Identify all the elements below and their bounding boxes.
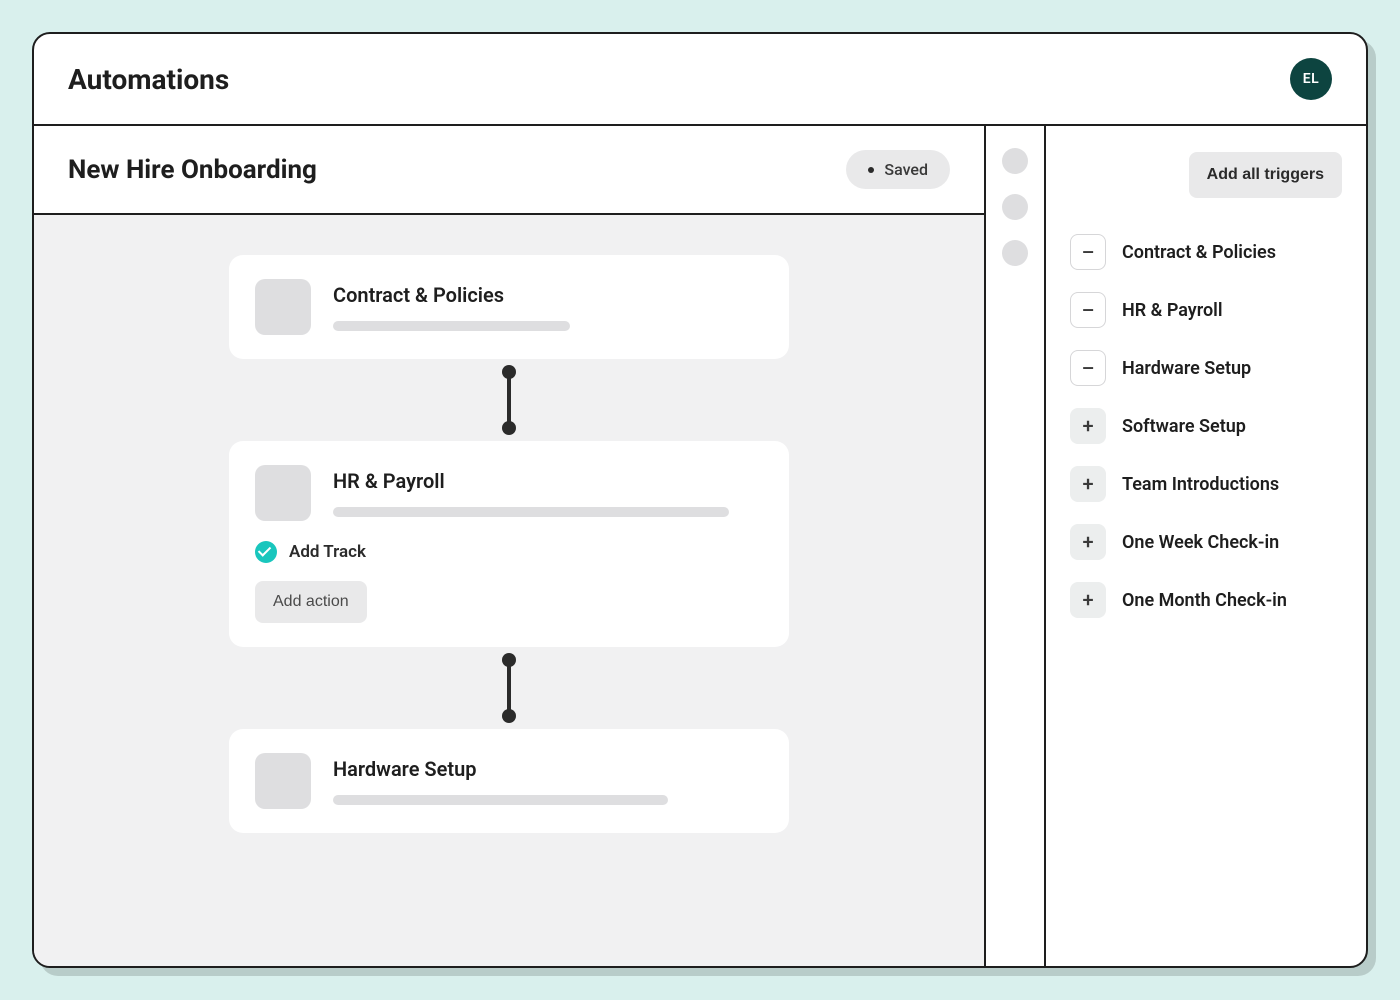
strip-panel bbox=[986, 126, 1046, 966]
flow-card[interactable]: HR & Payroll Add Track Add action bbox=[229, 441, 789, 647]
status-dot-icon bbox=[868, 167, 874, 173]
placeholder-bar bbox=[333, 507, 729, 517]
trigger-label: Contract & Policies bbox=[1122, 242, 1276, 263]
remove-trigger-icon[interactable]: – bbox=[1070, 234, 1106, 270]
strip-dot-icon[interactable] bbox=[1002, 240, 1028, 266]
card-title: Hardware Setup bbox=[333, 757, 763, 781]
add-trigger-icon[interactable]: + bbox=[1070, 582, 1106, 618]
workflow-header: New Hire Onboarding Saved bbox=[34, 126, 984, 215]
add-trigger-icon[interactable]: + bbox=[1070, 524, 1106, 560]
strip-dot-icon[interactable] bbox=[1002, 148, 1028, 174]
trigger-item[interactable]: + Team Introductions bbox=[1070, 466, 1342, 502]
add-track-row[interactable]: Add Track bbox=[255, 541, 763, 563]
trigger-item[interactable]: – HR & Payroll bbox=[1070, 292, 1342, 328]
trigger-item[interactable]: – Contract & Policies bbox=[1070, 234, 1342, 270]
trigger-label: One Month Check-in bbox=[1122, 590, 1287, 611]
flow-canvas[interactable]: Contract & Policies bbox=[34, 215, 984, 966]
flow-column: Contract & Policies bbox=[229, 255, 789, 833]
connector-node-icon bbox=[502, 709, 516, 723]
status-badge: Saved bbox=[846, 150, 950, 189]
add-all-triggers-button[interactable]: Add all triggers bbox=[1189, 152, 1342, 198]
strip-dot-icon[interactable] bbox=[1002, 194, 1028, 220]
remove-trigger-icon[interactable]: – bbox=[1070, 292, 1106, 328]
connector-node-icon bbox=[502, 653, 516, 667]
card-thumbnail bbox=[255, 465, 311, 521]
flow-card[interactable]: Contract & Policies bbox=[229, 255, 789, 359]
add-trigger-icon[interactable]: + bbox=[1070, 408, 1106, 444]
avatar[interactable]: EL bbox=[1290, 58, 1332, 100]
status-label: Saved bbox=[884, 160, 928, 179]
card-title: HR & Payroll bbox=[333, 469, 763, 493]
add-track-label: Add Track bbox=[289, 542, 366, 562]
card-thumbnail bbox=[255, 753, 311, 809]
trigger-label: One Week Check-in bbox=[1122, 532, 1279, 553]
topbar: Automations EL bbox=[34, 34, 1366, 126]
trigger-label: Hardware Setup bbox=[1122, 358, 1251, 379]
app-window: Automations EL New Hire Onboarding Saved bbox=[32, 32, 1368, 968]
placeholder-bar bbox=[333, 795, 668, 805]
trigger-label: Team Introductions bbox=[1122, 474, 1279, 495]
trigger-item[interactable]: + Software Setup bbox=[1070, 408, 1342, 444]
card-thumbnail bbox=[255, 279, 311, 335]
flow-connector bbox=[502, 365, 516, 435]
trigger-item[interactable]: + One Month Check-in bbox=[1070, 582, 1342, 618]
trigger-label: HR & Payroll bbox=[1122, 300, 1223, 321]
page-title: Automations bbox=[68, 63, 229, 96]
trigger-item[interactable]: – Hardware Setup bbox=[1070, 350, 1342, 386]
check-icon bbox=[255, 541, 277, 563]
trigger-item[interactable]: + One Week Check-in bbox=[1070, 524, 1342, 560]
connector-node-icon bbox=[502, 421, 516, 435]
workflow-name: New Hire Onboarding bbox=[68, 155, 317, 185]
connector-node-icon bbox=[502, 365, 516, 379]
add-action-button[interactable]: Add action bbox=[255, 581, 367, 623]
main-panel: New Hire Onboarding Saved Contract & Pol… bbox=[34, 126, 986, 966]
app-body: New Hire Onboarding Saved Contract & Pol… bbox=[34, 126, 1366, 966]
placeholder-bar bbox=[333, 321, 570, 331]
avatar-initials: EL bbox=[1303, 71, 1319, 87]
flow-card[interactable]: Hardware Setup bbox=[229, 729, 789, 833]
add-trigger-icon[interactable]: + bbox=[1070, 466, 1106, 502]
card-title: Contract & Policies bbox=[333, 283, 763, 307]
remove-trigger-icon[interactable]: – bbox=[1070, 350, 1106, 386]
flow-connector bbox=[502, 653, 516, 723]
trigger-label: Software Setup bbox=[1122, 416, 1246, 437]
triggers-sidebar: Add all triggers – Contract & Policies –… bbox=[1046, 126, 1366, 966]
